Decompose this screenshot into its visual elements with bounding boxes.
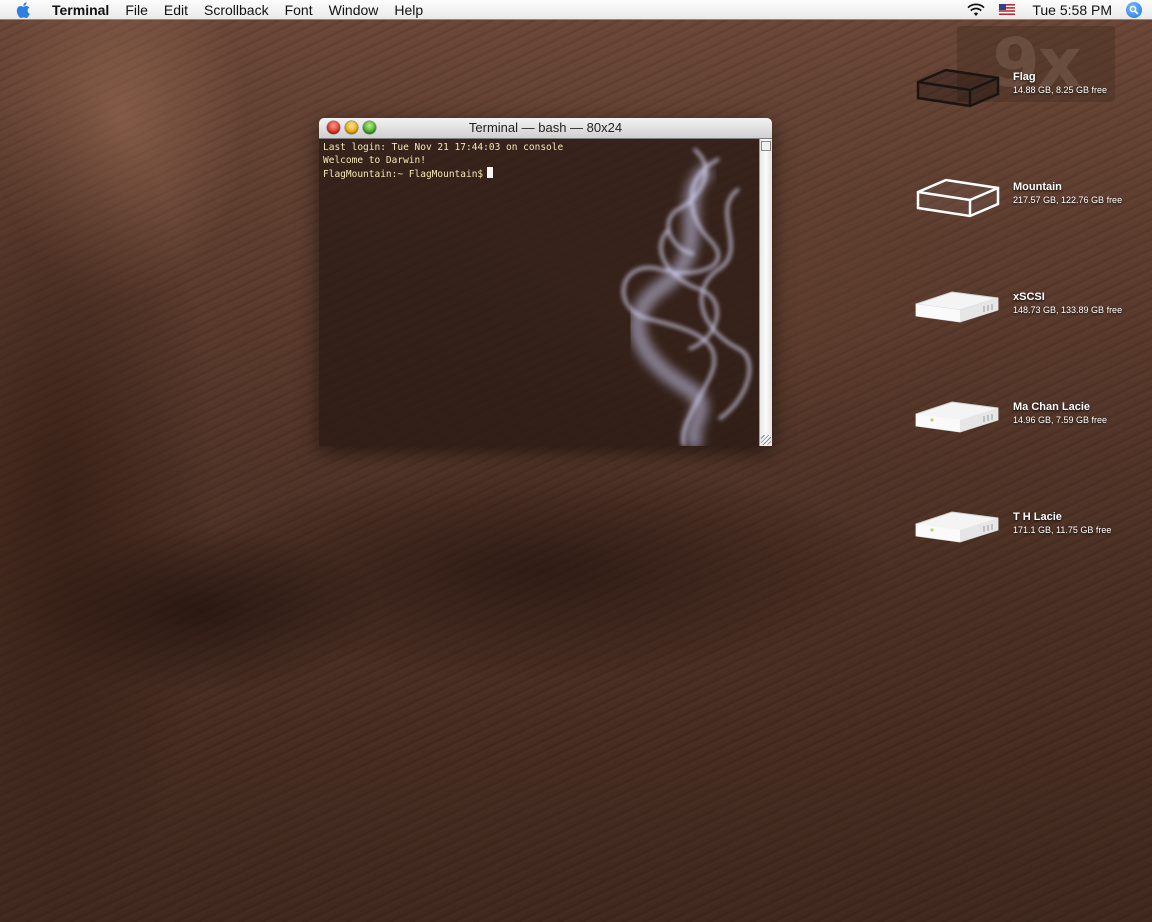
menu-window[interactable]: Window <box>321 0 387 20</box>
menu-font[interactable]: Font <box>277 0 321 20</box>
volume-capacity: 217.57 GB, 122.76 GB free <box>1013 194 1123 205</box>
terminal-titlebar[interactable]: Terminal — bash — 80x24 <box>319 118 772 139</box>
wifi-icon[interactable] <box>967 3 985 17</box>
volume-name: Mountain <box>1013 180 1062 193</box>
zoom-button[interactable] <box>363 121 376 134</box>
terminal-window[interactable]: Terminal — bash — 80x24 Last login: Tue … <box>319 118 772 446</box>
external-drive-icon <box>915 401 999 433</box>
terminal-line: Last login: Tue Nov 21 17:44:03 on conso… <box>323 142 564 153</box>
menu-app-name[interactable]: Terminal <box>44 0 117 20</box>
window-controls <box>327 121 381 134</box>
menu-help[interactable]: Help <box>386 0 431 20</box>
desktop-volume-mountain[interactable]: Mountain 217.57 GB, 122.76 GB free <box>912 166 1142 226</box>
close-button[interactable] <box>327 121 340 134</box>
external-drive-icon <box>915 291 999 323</box>
terminal-prompt-line[interactable]: FlagMountain:~ FlagMountain$ <box>323 167 563 181</box>
desktop-volume-flag[interactable]: Flag 14.88 GB, 8.25 GB free <box>912 56 1142 116</box>
menu-edit[interactable]: Edit <box>156 0 196 20</box>
outline-drive-icon <box>916 178 1000 218</box>
resize-grip-icon[interactable] <box>761 435 771 445</box>
menu-bar: Terminal File Edit Scrollback Font Windo… <box>0 0 1152 20</box>
desktop-volume-ma-chan-lacie[interactable]: Ma Chan Lacie 14.96 GB, 7.59 GB free <box>912 386 1142 446</box>
outline-drive-icon <box>916 68 1000 108</box>
desktop-volume-th-lacie[interactable]: T H Lacie 171.1 GB, 11.75 GB free <box>912 496 1142 556</box>
spotlight-icon[interactable] <box>1126 1 1142 18</box>
menu-extras: Tue 5:58 PM <box>960 0 1152 20</box>
terminal-content[interactable]: Last login: Tue Nov 21 17:44:03 on conso… <box>319 139 759 446</box>
volume-name: Ma Chan Lacie <box>1013 400 1091 413</box>
us-flag-icon[interactable] <box>999 4 1016 15</box>
volume-capacity: 171.1 GB, 11.75 GB free <box>1013 524 1112 535</box>
menu-clock[interactable]: Tue 5:58 PM <box>1022 0 1122 20</box>
scroll-arrows-icon[interactable] <box>761 141 771 151</box>
volume-name: xSCSI <box>1013 290 1045 303</box>
volume-name: Flag <box>1013 70 1036 83</box>
terminal-output[interactable]: Last login: Tue Nov 21 17:44:03 on conso… <box>323 141 563 181</box>
window-title: Terminal — bash — 80x24 <box>468 120 623 135</box>
minimize-button[interactable] <box>345 121 358 134</box>
volume-capacity: 14.96 GB, 7.59 GB free <box>1013 414 1108 425</box>
desktop-volume-xscsi[interactable]: xSCSI 148.73 GB, 133.89 GB free <box>912 276 1142 336</box>
external-drive-icon <box>915 511 999 543</box>
terminal-scrollbar[interactable] <box>759 139 772 446</box>
volume-capacity: 14.88 GB, 8.25 GB free <box>1013 84 1108 95</box>
volume-capacity: 148.73 GB, 133.89 GB free <box>1013 304 1123 315</box>
smoke-background-image <box>622 147 751 446</box>
volume-name: T H Lacie <box>1013 510 1062 523</box>
menu-scrollback[interactable]: Scrollback <box>196 0 277 20</box>
menu-file[interactable]: File <box>117 0 156 20</box>
text-cursor <box>487 167 494 178</box>
terminal-prompt: FlagMountain:~ FlagMountain$ <box>323 169 484 180</box>
terminal-line: Welcome to Darwin! <box>323 155 426 166</box>
apple-icon[interactable] <box>16 1 34 19</box>
